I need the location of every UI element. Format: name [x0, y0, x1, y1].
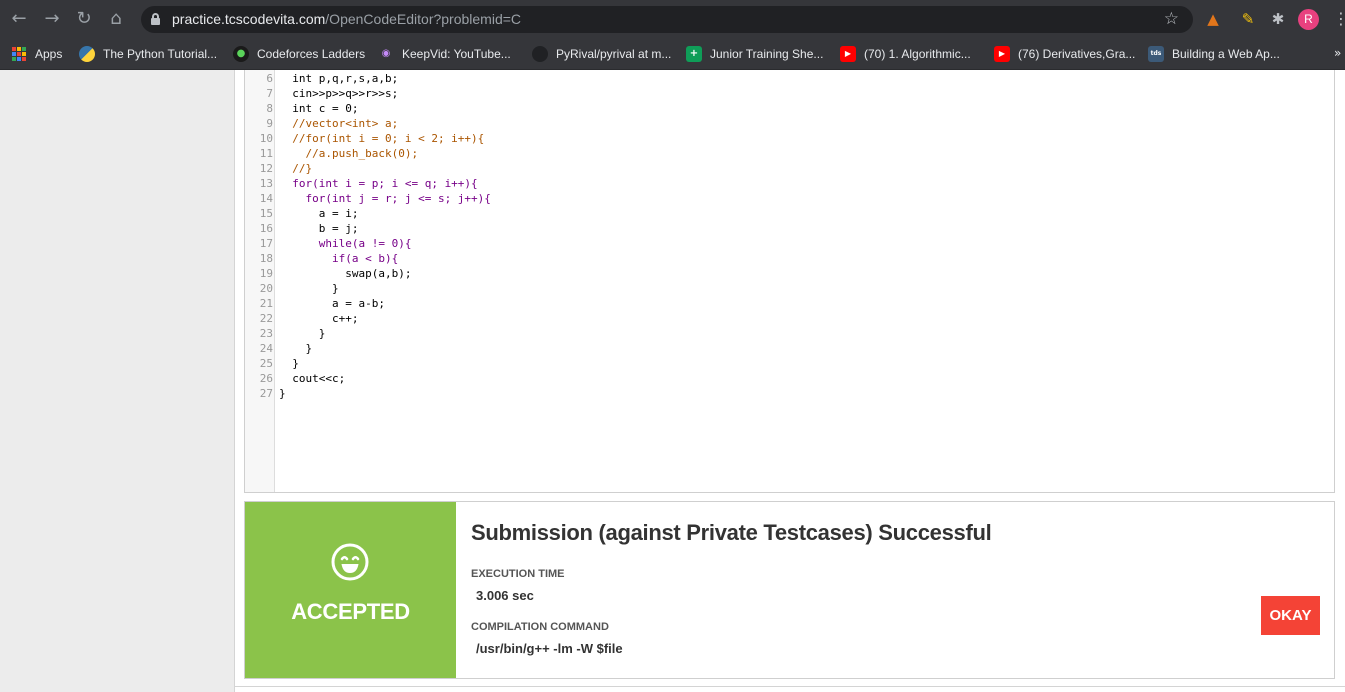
lock-icon: [151, 13, 160, 25]
bookmark-junior-training-sheet[interactable]: + Junior Training She...: [686, 38, 823, 70]
github-icon: [532, 46, 548, 62]
youtube-icon: ▶: [994, 46, 1010, 62]
address-bar[interactable]: practice.tcscodevita.com/OpenCodeEditor?…: [141, 6, 1193, 33]
submission-result-card: ACCEPTED Submission (against Private Tes…: [244, 501, 1335, 679]
line-number: 26: [259, 372, 273, 385]
code-line[interactable]: for(int j = r; j <= s; j++){: [279, 191, 490, 206]
line-number: 17: [259, 237, 273, 250]
line-number: 10: [259, 132, 273, 145]
more-bookmarks-chevron-icon[interactable]: »: [1334, 46, 1341, 60]
line-number: 7: [266, 87, 273, 100]
result-title: Submission (against Private Testcases) S…: [471, 520, 992, 545]
line-number: 20: [259, 282, 273, 295]
compilation-command-label: COMPILATION COMMAND: [471, 621, 609, 633]
line-number: 24: [259, 342, 273, 355]
line-number: 14: [259, 192, 273, 205]
sheets-icon: +: [686, 46, 702, 62]
code-line[interactable]: while(a != 0){: [279, 236, 491, 251]
bookmark-star-icon[interactable]: ☆: [1164, 9, 1179, 29]
bookmark-python-tutorial[interactable]: The Python Tutorial...: [79, 38, 217, 70]
youtube-icon: ▶: [840, 46, 856, 62]
profile-avatar[interactable]: R: [1298, 9, 1319, 30]
apps-grid-icon: [12, 47, 26, 61]
code-line[interactable]: swap(a,b);: [279, 266, 491, 281]
code-line[interactable]: //vector<int> a;: [279, 116, 491, 131]
code-line[interactable]: }: [279, 386, 491, 401]
code-line[interactable]: //for(int i = 0; i < 2; i++){: [279, 131, 491, 146]
url-text[interactable]: practice.tcscodevita.com/OpenCodeEditor?…: [172, 11, 521, 27]
line-number: 23: [259, 327, 273, 340]
code-line[interactable]: cout<<c;: [279, 371, 491, 386]
line-number: 15: [259, 207, 273, 220]
keepvid-icon: ◉: [381, 48, 391, 59]
reload-icon[interactable]: ↻: [74, 9, 94, 29]
compilation-command-value: /usr/bin/g++ -lm -W $file: [476, 641, 623, 656]
page-bottom-border: [234, 686, 1345, 687]
smiley-face-icon: [331, 543, 369, 581]
line-number: 8: [266, 102, 273, 115]
bookmark-derivatives[interactable]: ▶ (76) Derivatives,Gra...: [994, 38, 1135, 70]
code-line[interactable]: //}: [279, 161, 491, 176]
code-line[interactable]: }: [279, 341, 491, 356]
browser-toolbar: ← → ↻ ⌂ practice.tcscodevita.com/OpenCod…: [0, 0, 1345, 38]
line-number: 25: [259, 357, 273, 370]
home-icon[interactable]: ⌂: [106, 9, 126, 29]
code-line[interactable]: int p,q,r,s,a,b;: [279, 71, 491, 86]
bookmark-codeforces-ladders[interactable]: ● Codeforces Ladders: [233, 38, 365, 70]
line-number: 11: [259, 147, 273, 160]
line-number: 6: [266, 72, 273, 85]
line-number-gutter: 6 7 8 9 10 11 12 13 14 15 16 17 18 19 20 21 22 23 24 25 26 27: [245, 70, 275, 492]
code-line[interactable]: cin>>p>>q>>r>>s;: [279, 86, 491, 101]
line-number: 27: [259, 387, 273, 400]
line-number: 18: [259, 252, 273, 265]
status-label: ACCEPTED: [291, 599, 410, 624]
line-number: 22: [259, 312, 273, 325]
bookmark-keepvid[interactable]: ◉ KeepVid: YouTube...: [378, 38, 511, 70]
metamask-fox-icon[interactable]: ▲: [1203, 9, 1223, 29]
code-line[interactable]: if(a < b){: [279, 251, 491, 266]
bookmark-apps[interactable]: Apps: [12, 38, 62, 70]
okay-button[interactable]: OKAY: [1261, 596, 1320, 635]
forward-arrow-icon[interactable]: →: [42, 9, 62, 29]
code-line[interactable]: int c = 0;: [279, 101, 491, 116]
code-line[interactable]: b = j;: [279, 221, 491, 236]
code-line[interactable]: c++;: [279, 311, 491, 326]
status-block: ACCEPTED: [245, 502, 456, 678]
code-line[interactable]: }: [279, 281, 491, 296]
puzzle-extensions-icon[interactable]: ✱: [1268, 9, 1288, 29]
code-line[interactable]: a = i;: [279, 206, 491, 221]
bookmark-algorithmic[interactable]: ▶ (70) 1. Algorithmic...: [840, 38, 971, 70]
line-number: 21: [259, 297, 273, 310]
line-number: 16: [259, 222, 273, 235]
execution-time-label: EXECUTION TIME: [471, 568, 565, 580]
line-number: 12: [259, 162, 273, 175]
alien-icon: ●: [233, 46, 249, 62]
code-line[interactable]: }: [279, 356, 491, 371]
code-line[interactable]: a = a-b;: [279, 296, 491, 311]
python-icon: [79, 46, 95, 62]
back-arrow-icon[interactable]: ←: [9, 9, 29, 29]
pen-extension-icon[interactable]: ✎: [1238, 9, 1258, 29]
code-editor[interactable]: 6 7 8 9 10 11 12 13 14 15 16 17 18 19 20 21 22 23 24 25 26 27…: [244, 70, 1335, 493]
line-number: 13: [259, 177, 273, 190]
code-line[interactable]: //a.push_back(0);: [279, 146, 491, 161]
line-number: 9: [266, 117, 273, 130]
line-number: 19: [259, 267, 273, 280]
code-line[interactable]: }: [279, 326, 491, 341]
menu-kebab-icon[interactable]: ⋮: [1333, 9, 1345, 29]
execution-time-value: 3.006 sec: [476, 588, 534, 603]
bookmark-building-web-app[interactable]: tds Building a Web Ap...: [1148, 38, 1280, 70]
bookmarks-bar: Apps The Python Tutorial... ● Codeforces…: [0, 38, 1345, 70]
code-line[interactable]: for(int i = p; i <= q; i++){: [279, 176, 491, 191]
bookmark-pyrival[interactable]: PyRival/pyrival at m...: [532, 38, 671, 70]
tds-icon: tds: [1148, 46, 1164, 62]
